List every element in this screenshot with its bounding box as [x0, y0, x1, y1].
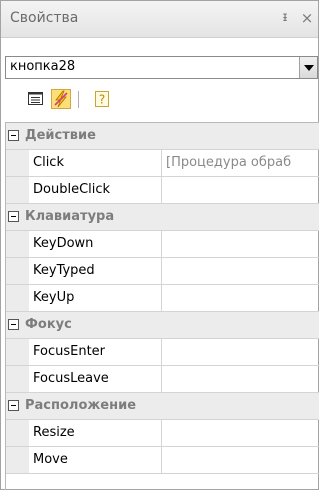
- list-icon[interactable]: [26, 89, 46, 109]
- category-label: Фокус: [25, 317, 72, 332]
- panel-titlebar: Свойства ᵻ ×: [1, 1, 318, 38]
- row-margin: [6, 258, 29, 284]
- property-name: KeyUp: [33, 290, 75, 305]
- panel-title: Свойства: [10, 10, 79, 26]
- row-margin: [6, 150, 29, 176]
- property-row-focusenter[interactable]: FocusEnter: [6, 339, 319, 366]
- category-label: Действие: [25, 128, 96, 143]
- category-row-focus[interactable]: Фокус: [6, 312, 319, 339]
- toolbar-separator: [78, 91, 79, 108]
- property-row-click[interactable]: Click [Процедура обраб: [6, 150, 319, 177]
- row-margin: [6, 177, 29, 203]
- property-row-move[interactable]: Move: [6, 447, 319, 474]
- row-margin: [6, 366, 29, 392]
- row-margin: [6, 447, 29, 473]
- property-row-keytyped[interactable]: KeyTyped: [6, 258, 319, 285]
- property-row-keyup[interactable]: KeyUp: [6, 285, 319, 312]
- property-name: Resize: [33, 425, 75, 440]
- property-value[interactable]: [Процедура обраб: [166, 155, 319, 170]
- property-name: FocusEnter: [33, 344, 106, 359]
- property-row-keydown[interactable]: KeyDown: [6, 231, 319, 258]
- svg-text:?: ?: [99, 93, 105, 107]
- column-divider: [161, 150, 162, 176]
- close-icon[interactable]: ×: [300, 9, 314, 27]
- properties-toolbar: ?: [1, 87, 318, 115]
- dropdown-button[interactable]: [299, 57, 317, 78]
- property-name: KeyTyped: [33, 263, 95, 278]
- collapse-icon[interactable]: [8, 400, 19, 411]
- property-row-resize[interactable]: Resize: [6, 420, 319, 447]
- column-divider: [161, 177, 162, 203]
- property-name: KeyDown: [33, 236, 94, 251]
- category-label: Клавиатура: [25, 209, 115, 224]
- row-margin: [6, 231, 29, 257]
- column-divider: [161, 447, 162, 473]
- properties-panel: Свойства ᵻ × кнопка28 ? Действие Click […: [0, 0, 319, 490]
- category-row-action[interactable]: Действие: [6, 123, 319, 150]
- column-divider: [161, 285, 162, 311]
- row-margin: [6, 420, 29, 446]
- events-icon[interactable]: [51, 89, 71, 109]
- category-row-layout[interactable]: Расположение: [6, 393, 319, 420]
- help-icon[interactable]: ?: [92, 89, 112, 109]
- column-divider: [161, 339, 162, 365]
- property-name: DoubleClick: [33, 182, 111, 197]
- property-grid: Действие Click [Процедура обраб DoubleCl…: [5, 122, 319, 490]
- chevron-down-icon: [304, 65, 314, 71]
- row-margin: [6, 285, 29, 311]
- column-divider: [161, 258, 162, 284]
- column-divider: [161, 231, 162, 257]
- property-name: Click: [33, 155, 64, 170]
- object-selector-value: кнопка28: [10, 59, 76, 74]
- row-margin: [6, 339, 29, 365]
- column-divider: [161, 366, 162, 392]
- collapse-icon[interactable]: [8, 211, 19, 222]
- pin-icon[interactable]: ᵻ: [278, 9, 292, 27]
- column-divider: [161, 420, 162, 446]
- property-name: Move: [33, 452, 68, 467]
- collapse-icon[interactable]: [8, 319, 19, 330]
- property-row-doubleclick[interactable]: DoubleClick: [6, 177, 319, 204]
- property-row-focusleave[interactable]: FocusLeave: [6, 366, 319, 393]
- category-label: Расположение: [25, 398, 137, 413]
- property-name: FocusLeave: [33, 371, 109, 386]
- object-selector[interactable]: кнопка28: [5, 56, 318, 79]
- collapse-icon[interactable]: [8, 130, 19, 141]
- category-row-keyboard[interactable]: Клавиатура: [6, 204, 319, 231]
